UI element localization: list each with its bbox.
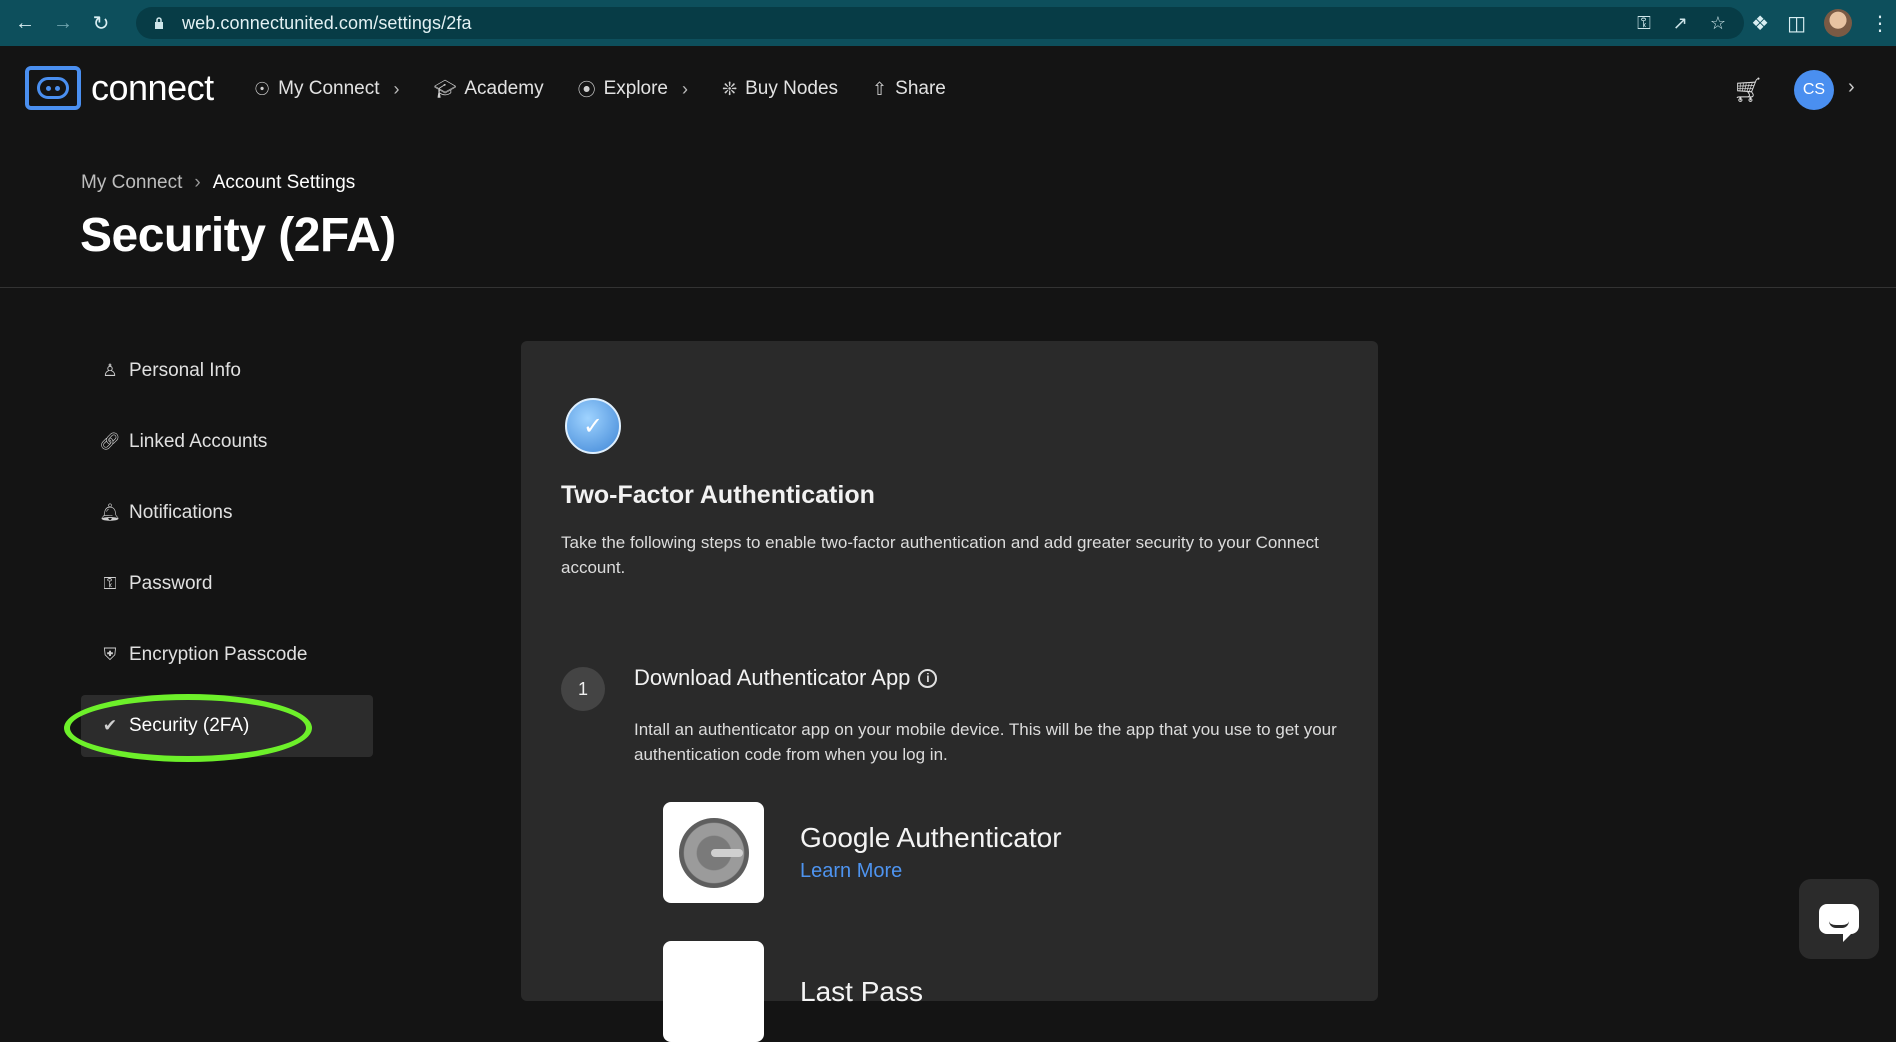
card-title: Two-Factor Authentication: [561, 481, 875, 509]
share-icon: ⇧: [872, 78, 888, 99]
chevron-right-icon[interactable]: ›: [1848, 76, 1855, 99]
page-title: Security (2FA): [80, 209, 396, 262]
breadcrumb: My Connect › Account Settings: [81, 172, 355, 194]
nav-share[interactable]: ⇧ Share: [872, 78, 946, 100]
sidebar-item-label: Personal Info: [129, 360, 241, 381]
chat-bubble-icon: [1819, 904, 1859, 942]
link-icon: 🔗︎: [99, 432, 121, 451]
eye-icon: ☉: [254, 78, 271, 99]
breadcrumb-my-connect[interactable]: My Connect: [81, 172, 182, 194]
google-authenticator-logo: [663, 802, 764, 903]
header-divider: [0, 287, 1896, 288]
info-icon[interactable]: i: [918, 668, 938, 688]
breadcrumb-account-settings: Account Settings: [212, 172, 356, 193]
person-icon: ♙: [102, 361, 118, 380]
card-description: Take the following steps to enable two-f…: [561, 533, 1319, 577]
step-number-badge: 1: [561, 667, 605, 711]
app-option-google-authenticator: Google Authenticator Learn More: [663, 802, 1062, 903]
browser-menu-icon[interactable]: ⋮: [1870, 11, 1890, 36]
chat-support-button[interactable]: [1799, 879, 1879, 959]
nav-label: Explore: [603, 78, 668, 99]
sidebar-item-label: Notifications: [129, 502, 233, 523]
bell-icon: 🔔︎: [99, 503, 121, 522]
top-nav: ☉ My Connect › 🎓︎ Academy ⦿ Explore › ❊ …: [254, 76, 980, 102]
app-option-last-pass: Last Pass: [663, 941, 923, 1042]
sidebar-item-label: Password: [129, 573, 213, 594]
chevron-right-icon: ›: [194, 172, 201, 193]
app-header: connect ☉ My Connect › 🎓︎ Academy ⦿ Expl…: [0, 46, 1896, 131]
forward-arrow-icon[interactable]: →: [50, 10, 76, 36]
app-name: Google Authenticator: [800, 822, 1062, 853]
nav-buy-nodes[interactable]: ❊ Buy Nodes: [722, 78, 838, 100]
sidebar-item-notifications[interactable]: 🔔︎ Notifications: [81, 482, 373, 544]
share-page-icon[interactable]: ↗: [1673, 13, 1688, 34]
browser-toolbar: ← → ↻ web.connectunited.com/settings/2fa…: [0, 0, 1896, 46]
user-avatar[interactable]: CS: [1794, 70, 1834, 110]
connect-logo[interactable]: connect: [25, 66, 214, 110]
connect-logo-icon: [25, 66, 81, 110]
sidebar-item-personal-info[interactable]: ♙ Personal Info: [81, 340, 373, 402]
nav-explore[interactable]: ⦿ Explore ›: [578, 76, 688, 102]
lock-icon: [155, 17, 163, 29]
lock-check-icon: ✓: [565, 398, 621, 454]
two-factor-card: ✓ Two-Factor Authentication Take the fol…: [521, 341, 1378, 1042]
step-title: Download Authenticator App i: [634, 665, 938, 691]
sidebar-item-password[interactable]: ⚿ Password: [81, 553, 373, 615]
sidebar-item-linked-accounts[interactable]: 🔗︎ Linked Accounts: [81, 411, 373, 473]
sidepanel-icon[interactable]: ◫: [1787, 11, 1806, 36]
nav-label: Academy: [464, 78, 544, 99]
step-description: Intall an authenticator app on your mobi…: [634, 720, 1337, 764]
graduation-cap-icon: 🎓︎: [433, 78, 457, 99]
nodes-icon: ❊: [722, 78, 738, 99]
browser-profile-avatar[interactable]: [1824, 9, 1852, 37]
chevron-right-icon: ›: [393, 78, 400, 99]
sidebar-item-label: Encryption Passcode: [129, 644, 308, 665]
nav-label: Share: [895, 78, 946, 99]
cart-icon[interactable]: 🛒︎: [1733, 76, 1763, 105]
extensions-puzzle-icon[interactable]: ❖: [1751, 11, 1769, 36]
nav-my-connect[interactable]: ☉ My Connect ›: [254, 78, 400, 100]
learn-more-link[interactable]: Learn More: [800, 860, 1062, 883]
sidebar-item-encryption-passcode[interactable]: ⛨ Encryption Passcode: [81, 624, 373, 686]
nav-academy[interactable]: 🎓︎ Academy: [434, 78, 544, 100]
compass-icon: ⦿: [577, 80, 596, 100]
step-title-text: Download Authenticator App: [634, 665, 911, 690]
star-icon[interactable]: ☆: [1710, 13, 1726, 34]
annotation-highlight-ring: [64, 694, 312, 762]
chevron-right-icon: ›: [682, 78, 688, 99]
back-arrow-icon[interactable]: ←: [12, 10, 38, 36]
app-name: Last Pass: [800, 975, 923, 1007]
reload-icon[interactable]: ↻: [88, 10, 114, 36]
last-pass-logo: [663, 941, 764, 1042]
address-bar[interactable]: web.connectunited.com/settings/2fa ⚿ ↗ ☆: [136, 7, 1744, 39]
url-text: web.connectunited.com/settings/2fa: [182, 12, 472, 33]
logo-text: connect: [91, 67, 214, 108]
sidebar-item-label: Linked Accounts: [129, 431, 268, 452]
nav-label: My Connect: [278, 78, 380, 99]
key-icon[interactable]: ⚿: [1637, 13, 1651, 34]
shield-icon: ⛨: [103, 645, 117, 664]
nav-label: Buy Nodes: [745, 78, 839, 99]
key-icon: ⚿: [103, 574, 117, 593]
